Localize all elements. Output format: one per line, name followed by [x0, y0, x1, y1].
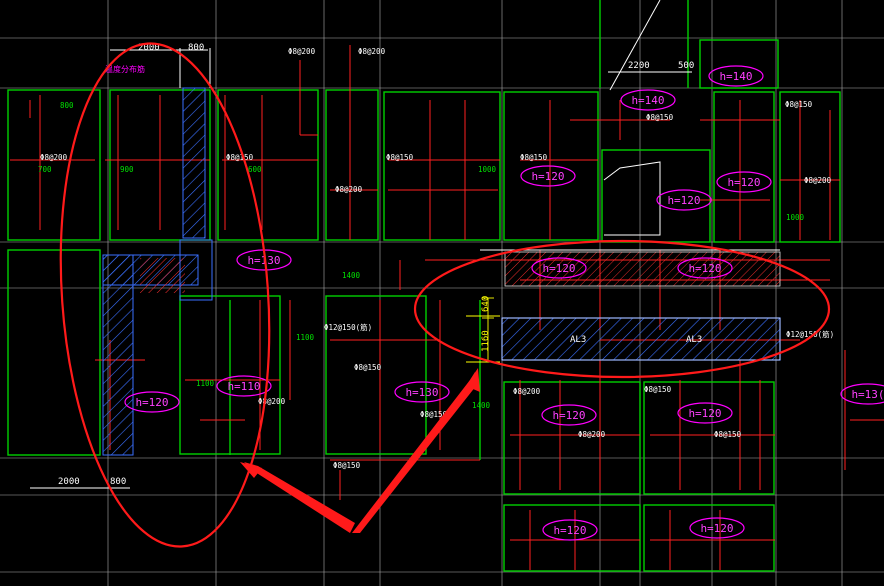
rebar-label: Φ8@200	[513, 387, 541, 396]
rebar-label: Φ12@150(筋)	[324, 322, 372, 332]
beam-label-al3-left: AL3	[570, 335, 586, 345]
dim-bottom-2000: 2000	[58, 477, 80, 487]
slab-tag-slab-h120-c: h=120	[727, 176, 760, 189]
rebar-label: Φ8@200	[258, 397, 286, 406]
dim-2200: 2200	[628, 61, 650, 71]
rebar-label: Φ8@150	[714, 430, 742, 439]
rebar-label: Φ8@150	[354, 363, 382, 372]
rebar-label: Φ8@150	[226, 153, 254, 162]
dim-bottom-800: 800	[110, 477, 126, 487]
arrow-left	[244, 462, 355, 533]
slab-tag-slab-h140-b: h=140	[631, 94, 664, 107]
length-label: 1400	[342, 271, 361, 280]
stair-note: 温度分布筋	[105, 64, 145, 74]
slab-tag-h120-j: h=120	[700, 522, 733, 535]
rebar-label: Φ8@200	[288, 47, 316, 56]
slab-tag-slab-h120-e: h=120	[688, 262, 721, 275]
dim-top-800: 800	[188, 43, 204, 53]
slab-tag-slab-h120-g: h=120	[552, 409, 585, 422]
rebar-label: Φ8@150	[386, 153, 414, 162]
slab-tag-slab-h120-d: h=120	[542, 262, 575, 275]
length-label: 1000	[786, 213, 805, 222]
slab-tag-slab-h120-b: h=120	[667, 194, 700, 207]
rebar-lines	[10, 45, 884, 570]
slab-tag-slab-h140-a: h=140	[719, 70, 752, 83]
rebar-label: Φ8@200	[358, 47, 386, 56]
beam-label-al3-right: AL3	[686, 335, 702, 345]
rebar-label: Φ8@150	[520, 153, 548, 162]
slab-tag-slab-h130-b: h=130	[405, 386, 438, 399]
length-label: 1100	[196, 379, 215, 388]
rebar-label: Φ8@200	[578, 430, 606, 439]
length-label: 800	[60, 101, 74, 110]
rebar-label: Φ8@150	[644, 385, 672, 394]
dim-1160: 1160	[481, 330, 491, 352]
rebar-label: Φ8@200	[804, 176, 832, 185]
length-label: 700	[38, 165, 52, 174]
length-label: 1100	[296, 333, 315, 342]
dim-640: 640	[481, 296, 491, 312]
rebar-label: Φ8@200	[335, 185, 363, 194]
dim-500: 500	[678, 61, 694, 71]
rebar-label: Φ8@150	[646, 113, 674, 122]
cad-drawing-viewport[interactable]: 2000 800 2000 800 2200 500 640 1160 Φ8@2…	[0, 0, 884, 586]
rebar-label: Φ8@150	[785, 100, 813, 109]
length-label: 1400	[472, 401, 491, 410]
markup-arrows	[240, 368, 480, 533]
misc-linework	[179, 0, 780, 251]
length-label: 900	[120, 165, 134, 174]
slab-tag-slab-h120-h: h=120	[688, 407, 721, 420]
hatched-regions	[102, 87, 781, 456]
slab-tag-slab-h120-f: h=120	[135, 396, 168, 409]
highlight-ellipse-left	[59, 42, 271, 548]
slab-tag-slab-h110: h=110	[227, 380, 260, 393]
slab-tag-slab-h130-c: h=13(	[851, 388, 884, 401]
length-label: 600	[248, 165, 262, 174]
length-label: 1000	[478, 165, 497, 174]
rebar-label: Φ8@150	[333, 461, 361, 470]
slab-tag-slab-h120-a: h=120	[531, 170, 564, 183]
floor-plan-drawing[interactable]: 2000 800 2000 800 2200 500 640 1160 Φ8@2…	[0, 0, 884, 586]
rebar-label: Φ8@200	[40, 153, 68, 162]
markup-highlights	[59, 42, 831, 548]
slab-tag-slab-h120-i: h=120	[553, 524, 586, 537]
